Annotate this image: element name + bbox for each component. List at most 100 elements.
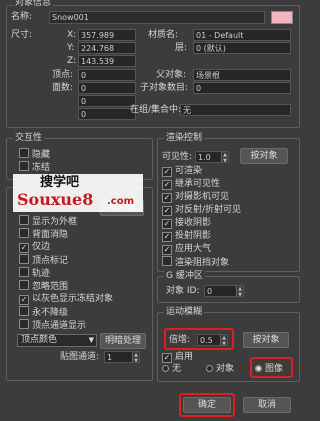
verts-label: 顶点: [52,70,74,80]
show-frozen-gray-label: 以灰色显示冻结对象 [32,294,114,304]
freeze-label: 冻结 [32,163,51,173]
material-value: 01 - Default [193,29,291,41]
renderable-checkbox[interactable]: 可渲染 [162,165,202,177]
render-title: 渲染控制 [164,132,205,144]
backface-cull-label: 背面消隐 [32,230,69,240]
watermark-en-text: Souxue8 [17,190,94,209]
vertex-color-dropdown-value: 顶点颜色 [21,335,58,345]
multiplier-highlight [164,328,234,350]
y-label: Y: [67,43,75,53]
apply-atmosphere-label: 应用大气 [175,244,212,254]
x-label: X: [67,30,77,40]
spinner-arrows-icon[interactable]: ▲ ▼ [221,152,228,162]
interactivity-title: 交互性 [13,132,45,144]
display-as-box-label: 显示为外框 [32,217,78,227]
vertex-ticks-checkbox[interactable]: 顶点标记 [19,254,68,267]
trajectory-label: 轨迹 [32,269,51,279]
map-channel-value: 1 [107,353,113,362]
display-as-box-checkbox[interactable]: 显示为外框 [19,215,77,228]
watermark: 搜学吧 Souxue8 .com [13,174,143,212]
motion-blur-enabled-label: 启用 [175,352,194,362]
edges-only-checkbox[interactable]: 仅边 [19,241,50,253]
never-degrade-label: 永不降级 [32,308,69,318]
inherit-visibility-label: 继承可见性 [175,179,221,189]
spinner-arrows-icon[interactable]: ▲ ▼ [132,352,139,362]
cancel-button[interactable]: 取消 [243,397,291,413]
visibility-value: 1.0 [198,153,211,162]
object-info-title: 对象信息 [13,0,54,9]
object-id-spinner[interactable]: 0 ▲ ▼ [204,285,244,297]
object-id-value: 0 [207,287,213,296]
material-label: 材质名: [148,30,179,40]
backface-cull-checkbox[interactable]: 背面消隐 [19,228,68,241]
visible-to-camera-label: 对摄影机可见 [175,192,230,202]
visible-to-reflection-label: 对反射/折射可见 [175,205,242,215]
watermark-cn-text: 搜学吧 [40,175,80,190]
x-value: 357.989 [78,29,136,41]
vertex-color-dropdown[interactable]: 顶点颜色 ▼ [17,334,97,347]
motion-blur-by-object-button[interactable]: 按对象 [243,332,289,348]
object-id-label: 对象 ID: [166,286,200,296]
chevron-down-icon: ▼ [88,336,94,344]
verts-value: 0 [78,69,136,81]
children-value: 0 [193,82,291,94]
render-occluded-label: 渲染阻挡对象 [175,258,230,268]
name-label: 名称: [11,12,33,22]
visibility-spinner[interactable]: 1.0 ▲ ▼ [195,151,229,163]
watermark-dom-text: .com [107,196,135,207]
none-label: 无 [172,364,182,374]
y-value: 224.768 [78,42,136,54]
cast-shadows-checkbox[interactable]: 投射阴影 [162,230,211,242]
visibility-label: 可见性: [162,152,193,162]
trajectory-checkbox[interactable]: 轨迹 [19,267,50,280]
motion-blur-none-radio[interactable]: 无 [162,363,181,375]
faces-value: 0 [78,82,136,94]
image-radio-highlight [250,357,293,378]
vertex-channel-display-checkbox[interactable]: 顶点通道显示 [19,319,86,332]
edges-only-label: 仅边 [32,242,51,252]
map-channel-spinner[interactable]: 1 ▲ ▼ [104,351,140,363]
parent-label: 父对象: [156,70,187,80]
spinner-arrows-icon[interactable]: ▲ ▼ [236,286,243,296]
visible-to-reflection-checkbox[interactable]: 对反射/折射可见 [162,204,241,216]
motion-blur-enabled-checkbox[interactable]: 启用 [162,351,193,363]
object-color-swatch[interactable] [271,11,293,24]
receive-shadows-label: 接收阴影 [175,218,212,228]
visible-to-camera-checkbox[interactable]: 对摄影机可见 [162,191,229,203]
faces-label: 面数: [52,83,74,93]
ignore-extents-checkbox[interactable]: 忽略范围 [19,280,68,293]
object-label: 对象 [216,364,235,374]
children-label: 子对象数目: [140,83,189,93]
ok-highlight [179,393,235,417]
group-label: 在组/集合中: [130,105,182,115]
renderable-label: 可渲染 [175,166,203,176]
extra-field-4: 0 [78,108,136,120]
extra-field-3: 0 [78,95,136,107]
inherit-visibility-checkbox[interactable]: 继承可见性 [162,178,220,190]
motion-blur-title: 运动模糊 [164,306,205,318]
show-frozen-gray-checkbox[interactable]: 以灰色显示冻结对象 [19,293,113,305]
cast-shadows-label: 投射阴影 [175,231,212,241]
receive-shadows-checkbox[interactable]: 接收阴影 [162,217,211,229]
gbuffer-title: G 缓冲区 [164,270,205,282]
render-by-object-button[interactable]: 按对象 [240,148,288,164]
hide-checkbox[interactable]: 隐藏 [19,148,50,161]
shaded-button[interactable]: 明暗处理 [100,333,146,349]
layer-value: 0 (默认) [193,42,291,54]
ignore-extents-label: 忽略范围 [32,282,69,292]
name-field[interactable]: Snow001 [49,11,265,24]
group-value: 无 [180,104,291,116]
layer-label: 层: [175,43,188,53]
freeze-checkbox[interactable]: 冻结 [19,161,50,174]
parent-value: 场景根 [193,69,291,81]
vertex-channel-display-label: 顶点通道显示 [32,321,87,331]
render-occluded-checkbox[interactable]: 渲染阻挡对象 [162,256,229,269]
map-channel-label: 贴图通道: [60,352,100,362]
never-degrade-checkbox[interactable]: 永不降级 [19,306,68,319]
vertex-ticks-label: 顶点标记 [32,256,69,266]
motion-blur-object-radio[interactable]: 对象 [206,363,234,375]
hide-label: 隐藏 [32,150,51,160]
apply-atmosphere-checkbox[interactable]: 应用大气 [162,243,211,255]
z-value: 143.539 [78,55,136,67]
z-label: Z: [67,56,77,66]
